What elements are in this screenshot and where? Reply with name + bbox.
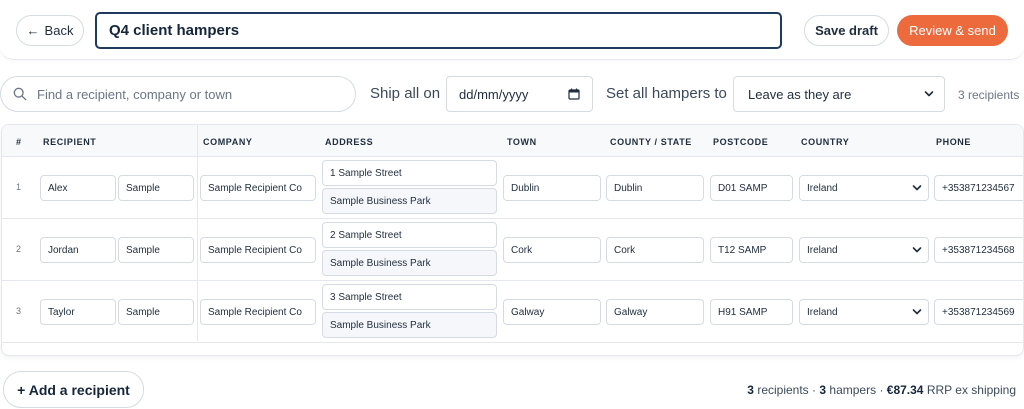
- company-field[interactable]: Sample Recipient Co: [200, 299, 316, 325]
- table-header: # RECIPIENT COMPANY ADDRESS TOWN COUNTY …: [2, 125, 1023, 157]
- country-value: Ireland: [807, 244, 838, 256]
- address-line1-field[interactable]: 1 Sample Street: [322, 160, 497, 186]
- address-line2-field[interactable]: Sample Business Park: [322, 312, 497, 338]
- col-header-town: TOWN: [507, 137, 537, 147]
- recipients-table: # RECIPIENT COMPANY ADDRESS TOWN COUNTY …: [1, 124, 1024, 356]
- row-number: 1: [16, 182, 22, 192]
- company-field[interactable]: Sample Recipient Co: [200, 237, 316, 263]
- col-header-number: #: [16, 137, 22, 147]
- postcode-field[interactable]: H91 SAMP: [710, 299, 793, 325]
- country-select[interactable]: Ireland: [799, 299, 929, 325]
- address-line1-field[interactable]: 3 Sample Street: [322, 284, 497, 310]
- add-recipient-button[interactable]: + Add a recipient: [3, 371, 144, 408]
- set-all-select[interactable]: Leave as they are: [733, 76, 945, 112]
- country-select[interactable]: Ireland: [799, 237, 929, 263]
- country-value: Ireland: [807, 182, 838, 194]
- search-input[interactable]: [37, 86, 355, 102]
- col-header-company: COMPANY: [203, 137, 253, 147]
- chevron-down-icon: [912, 185, 922, 191]
- first-name-field[interactable]: Jordan: [40, 237, 116, 263]
- row-number: 2: [16, 244, 22, 254]
- county-field[interactable]: Dublin: [606, 175, 704, 201]
- top-bar: ← Back Save draft Review & send: [0, 0, 1024, 60]
- address-line2-field[interactable]: Sample Business Park: [322, 250, 497, 276]
- col-header-county: COUNTY / STATE: [610, 137, 692, 147]
- county-field[interactable]: Cork: [606, 237, 704, 263]
- title-input[interactable]: [95, 12, 782, 49]
- table-row: 3 Taylor Sample Sample Recipient Co 3 Sa…: [2, 281, 1023, 343]
- row-number: 3: [16, 306, 22, 316]
- total-suffix: RRP ex shipping: [926, 383, 1016, 397]
- order-summary: 3 recipients · 3 hampers · €87.34 RRP ex…: [747, 383, 1016, 397]
- last-name-field[interactable]: Sample: [118, 299, 194, 325]
- date-placeholder: dd/mm/yyyy: [459, 86, 529, 102]
- ship-date-input[interactable]: dd/mm/yyyy: [446, 76, 593, 112]
- review-send-button[interactable]: Review & send: [897, 15, 1008, 46]
- town-field[interactable]: Galway: [503, 299, 601, 325]
- search-icon: [13, 87, 27, 101]
- set-all-value: Leave as they are: [748, 86, 852, 102]
- ship-all-label: Ship all on: [370, 85, 441, 102]
- search-field[interactable]: [0, 76, 356, 112]
- hampers-word: hampers: [829, 383, 877, 397]
- phone-field[interactable]: +353871234569: [934, 299, 1023, 325]
- chevron-down-icon: [924, 91, 934, 97]
- last-name-field[interactable]: Sample: [118, 237, 194, 263]
- recipients-word: recipients: [757, 383, 809, 397]
- postcode-field[interactable]: T12 SAMP: [710, 237, 793, 263]
- address-line2-field[interactable]: Sample Business Park: [322, 188, 497, 214]
- back-label: Back: [44, 23, 74, 38]
- chevron-down-icon: [912, 247, 922, 253]
- arrow-left-icon: ←: [26, 23, 40, 38]
- first-name-field[interactable]: Taylor: [40, 299, 116, 325]
- chevron-down-icon: [912, 309, 922, 315]
- recipient-count: 3 recipients: [958, 88, 1020, 102]
- separator: ·: [879, 383, 884, 397]
- total-price: €87.34: [886, 383, 924, 397]
- phone-field[interactable]: +353871234567: [934, 175, 1023, 201]
- recipients-count: 3: [747, 383, 754, 397]
- country-value: Ireland: [807, 306, 838, 318]
- col-header-recipient: RECIPIENT: [43, 137, 97, 147]
- separator: ·: [812, 383, 817, 397]
- last-name-field[interactable]: Sample: [118, 175, 194, 201]
- company-field[interactable]: Sample Recipient Co: [200, 175, 316, 201]
- hampers-count: 3: [819, 383, 827, 397]
- col-header-address: ADDRESS: [325, 137, 374, 147]
- set-all-label: Set all hampers to: [606, 85, 727, 102]
- back-button[interactable]: ← Back: [16, 15, 84, 46]
- phone-field[interactable]: +353871234568: [934, 237, 1023, 263]
- save-draft-button[interactable]: Save draft: [804, 15, 889, 46]
- table-row: 1 Alex Sample Sample Recipient Co 1 Samp…: [2, 157, 1023, 219]
- address-line1-field[interactable]: 2 Sample Street: [322, 222, 497, 248]
- first-name-field[interactable]: Alex: [40, 175, 116, 201]
- town-field[interactable]: Cork: [503, 237, 601, 263]
- county-field[interactable]: Galway: [606, 299, 704, 325]
- col-header-country: COUNTRY: [801, 137, 850, 147]
- col-header-postcode: POSTCODE: [713, 137, 769, 147]
- town-field[interactable]: Dublin: [503, 175, 601, 201]
- table-row: 2 Jordan Sample Sample Recipient Co 2 Sa…: [2, 219, 1023, 281]
- calendar-icon[interactable]: [568, 88, 580, 100]
- country-select[interactable]: Ireland: [799, 175, 929, 201]
- col-header-phone: PHONE: [936, 137, 972, 147]
- postcode-field[interactable]: D01 SAMP: [710, 175, 793, 201]
